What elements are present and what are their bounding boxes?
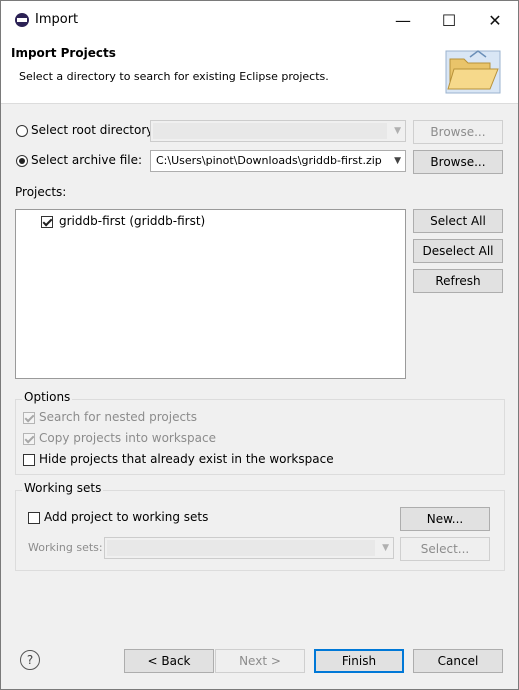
folder-open-icon (445, 50, 501, 94)
options-title: Options (22, 390, 73, 404)
window-title: Import (35, 12, 79, 27)
add-to-working-sets-checkbox[interactable] (28, 512, 40, 524)
hide-existing-label: Hide projects that already exist in the … (39, 452, 334, 466)
maximize-button[interactable]: ☐ (426, 1, 472, 39)
eclipse-app-icon (15, 13, 29, 27)
close-button[interactable]: ✕ (472, 1, 518, 39)
finish-button[interactable]: Finish (314, 649, 404, 673)
select-all-button[interactable]: Select All (413, 209, 503, 233)
working-sets-title: Working sets (22, 481, 104, 495)
page-description: Select a directory to search for existin… (19, 70, 329, 83)
working-sets-label: Working sets: (28, 541, 103, 554)
refresh-button[interactable]: Refresh (413, 269, 503, 293)
hide-existing-checkbox[interactable] (23, 454, 35, 466)
add-to-working-sets-label: Add project to working sets (44, 510, 209, 524)
chevron-down-icon: ▼ (394, 156, 401, 166)
wizard-banner: Import Projects Select a directory to se… (1, 39, 518, 104)
chevron-down-icon: ▼ (382, 543, 389, 553)
next-button[interactable]: Next > (215, 649, 305, 673)
help-icon[interactable]: ? (20, 650, 40, 670)
import-dialog: Import — ☐ ✕ Import Projects Select a di… (0, 0, 519, 690)
archive-file-label: Select archive file: (31, 153, 143, 167)
chevron-down-icon: ▼ (394, 126, 401, 136)
root-directory-label: Select root directory: (31, 123, 157, 137)
archive-file-radio[interactable] (16, 155, 28, 167)
minimize-button[interactable]: — (380, 1, 426, 39)
search-nested-checkbox[interactable] (23, 412, 35, 424)
cancel-button[interactable]: Cancel (413, 649, 503, 673)
projects-list[interactable]: griddb-first (griddb-first) (15, 209, 406, 379)
browse-archive-button[interactable]: Browse... (413, 150, 503, 174)
deselect-all-button[interactable]: Deselect All (413, 239, 503, 263)
archive-file-combo[interactable]: C:\Users\pinot\Downloads\griddb-first.zi… (150, 150, 406, 172)
working-sets-combo[interactable]: ▼ (104, 537, 394, 559)
root-directory-radio[interactable] (16, 125, 28, 137)
project-checkbox[interactable] (41, 216, 53, 228)
page-title: Import Projects (11, 46, 116, 60)
browse-root-button[interactable]: Browse... (413, 120, 503, 144)
search-nested-label: Search for nested projects (39, 410, 198, 424)
copy-into-workspace-label: Copy projects into workspace (39, 431, 217, 445)
new-working-set-button[interactable]: New... (400, 507, 490, 531)
copy-into-workspace-checkbox[interactable] (23, 433, 35, 445)
archive-file-path: C:\Users\pinot\Downloads\griddb-first.zi… (156, 154, 382, 167)
project-item-label[interactable]: griddb-first (griddb-first) (59, 214, 205, 228)
select-working-sets-button[interactable]: Select... (400, 537, 490, 561)
title-bar: Import — ☐ ✕ (1, 1, 518, 39)
projects-label: Projects: (15, 185, 67, 199)
root-directory-combo[interactable]: ▼ (150, 120, 406, 142)
back-button[interactable]: < Back (124, 649, 214, 673)
